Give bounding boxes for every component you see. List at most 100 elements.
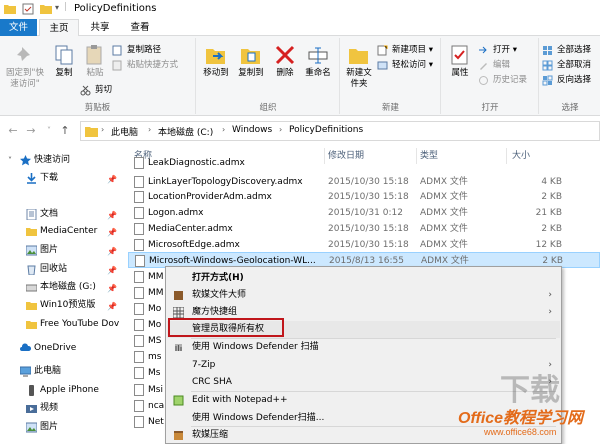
defender-icon	[175, 344, 182, 351]
organize-group-label: 组织	[259, 103, 277, 113]
nav-item-free-youtube[interactable]: Free YouTube Dov	[0, 316, 128, 333]
invert-selection-icon	[542, 75, 553, 86]
select-all-button[interactable]: 全部选择	[542, 43, 591, 57]
nav-item-drive-g[interactable]: 本地磁盘 (G:) 📌	[0, 279, 128, 296]
recycle-bin-icon	[27, 265, 36, 275]
delete-button[interactable]: 删除	[271, 44, 299, 79]
address-box[interactable]: › 此电脑 › 本地磁盘 (C:) › Windows › PolicyDefi…	[80, 121, 600, 141]
file-name: MM	[148, 272, 164, 282]
copy-to-button[interactable]: 复制到	[235, 44, 267, 79]
pin-icon[interactable]: 📌	[107, 298, 117, 315]
breadcrumb-policydefinitions[interactable]: PolicyDefinitions	[289, 125, 363, 135]
copy-button[interactable]: 复制	[50, 44, 78, 79]
file-date: 2015/10/30 15:18	[328, 192, 409, 202]
folder-icon	[4, 5, 16, 14]
nav-item-downloads[interactable]: 下载 📌	[0, 170, 128, 187]
file-name: Mo	[148, 304, 162, 314]
nav-item-onedrive[interactable]: OneDrive	[0, 340, 128, 357]
nav-item-win10-preview[interactable]: Win10预览版 📌	[0, 297, 128, 314]
file-type: ADMX 文件	[420, 224, 468, 234]
nav-item-recycle-bin[interactable]: 回收站 📌	[0, 261, 128, 278]
nav-item-apple-iphone[interactable]: Apple iPhone	[0, 382, 128, 399]
admx-file-icon	[134, 271, 144, 283]
nav-item-pictures[interactable]: 图片 📌	[0, 242, 128, 259]
invert-selection-button[interactable]: 反向选择	[542, 73, 591, 87]
history-button[interactable]: 历史记录	[478, 73, 527, 87]
new-folder-icon[interactable]	[40, 3, 52, 15]
file-name: LocationProviderAdm.admx	[148, 192, 272, 202]
move-to-button[interactable]: 移动到	[200, 44, 232, 79]
menu-item[interactable]: 软媒文件大师 ›	[167, 287, 560, 304]
nav-item-pictures-pc[interactable]: 图片	[0, 419, 128, 436]
paste-shortcut-button[interactable]: 粘贴快捷方式	[112, 58, 178, 72]
nav-item-mediacenter[interactable]: MediaCenter 📌	[0, 223, 128, 240]
breadcrumb-windows[interactable]: Windows	[232, 125, 272, 135]
admx-file-icon	[134, 384, 144, 396]
up-arrow-icon[interactable]: ↑	[58, 124, 72, 138]
easy-access-button[interactable]: 轻松访问 ▾	[377, 58, 433, 72]
menu-item[interactable]: 使用 Windows Defender 扫描	[167, 339, 560, 356]
table-row[interactable]: LocationProviderAdm.admx 2015/10/30 15:18…	[128, 189, 600, 205]
title-bar: ▾ | PolicyDefinitions	[0, 0, 600, 19]
menu-item-label: 7-Zip	[192, 360, 216, 370]
tab-view[interactable]: 查看	[122, 19, 158, 36]
breadcrumb-separator: ›	[279, 125, 283, 134]
pin-icon[interactable]: 📌	[107, 280, 117, 297]
new-group-label: 新建	[381, 103, 399, 113]
admx-file-icon	[135, 255, 145, 267]
new-folder-button[interactable]: 新建文件夹	[343, 44, 375, 90]
table-row[interactable]: LeakDiagnostic.admx	[128, 155, 600, 171]
nav-item-videos[interactable]: 视频	[0, 400, 128, 417]
file-date: 2015/10/31 0:12	[328, 208, 403, 218]
breadcrumb-local-disk[interactable]: 本地磁盘 (C:)	[158, 125, 213, 138]
pin-icon[interactable]: 📌	[107, 262, 117, 279]
edit-button[interactable]: 编辑	[478, 58, 510, 72]
chevron-right-icon: ›	[548, 307, 552, 317]
menu-item[interactable]: 打开方式(H)	[167, 270, 560, 287]
pin-icon[interactable]: 📌	[107, 207, 117, 224]
cut-button[interactable]: 剪切	[80, 83, 112, 97]
properties-button[interactable]: 属性	[446, 44, 474, 79]
table-row[interactable]: Logon.admx 2015/10/31 0:12 ADMX 文件 21 KB	[128, 205, 600, 221]
file-type: ADMX 文件	[420, 208, 468, 218]
recent-locations-icon[interactable]: ˅	[42, 124, 56, 138]
breadcrumb-separator: ›	[101, 125, 105, 134]
quick-access-dropdown-icon[interactable]: ▾	[55, 3, 59, 12]
forward-arrow-icon[interactable]: →	[24, 124, 38, 138]
back-arrow-icon[interactable]: ←	[6, 124, 20, 138]
open-button[interactable]: 打开 ▾	[478, 43, 517, 57]
chevron-down-icon[interactable]: ˅	[8, 152, 12, 169]
nav-item-this-pc[interactable]: 此电脑	[0, 363, 128, 380]
tab-home[interactable]: 主页	[39, 19, 79, 37]
pin-icon[interactable]: 📌	[107, 243, 117, 260]
title-separator: |	[64, 2, 68, 12]
table-row[interactable]: MediaCenter.admx 2015/10/30 15:18 ADMX 文件 2…	[128, 221, 600, 237]
copy-path-icon	[112, 45, 122, 56]
admx-file-icon	[134, 157, 144, 169]
admx-file-icon	[134, 239, 144, 251]
new-group: 新建文件夹 新建项目 ▾ 轻松访问 ▾ 新建	[341, 38, 441, 114]
nav-item-quick-access[interactable]: ˅ 快速访问	[0, 152, 128, 169]
file-name: nca	[148, 401, 165, 411]
folder-icon	[26, 228, 37, 236]
new-item-button[interactable]: 新建项目 ▾	[377, 43, 433, 57]
select-group-label: 选择	[561, 103, 579, 113]
easy-access-icon	[377, 61, 388, 70]
pin-quick-access-button[interactable]: 固定到"快速访问"	[2, 44, 48, 90]
nav-item-documents[interactable]: 文档 📌	[0, 206, 128, 223]
scissors-icon	[80, 85, 91, 96]
table-row[interactable]: MicrosoftEdge.admx 2015/10/30 15:18 ADMX 文…	[128, 237, 600, 253]
file-date: 2015/10/30 15:18	[328, 177, 409, 187]
select-all-icon	[543, 46, 552, 55]
pin-icon[interactable]: 📌	[107, 224, 117, 241]
properties-icon[interactable]	[22, 3, 34, 15]
tab-share[interactable]: 共享	[82, 19, 118, 36]
pin-icon[interactable]: 📌	[107, 171, 117, 188]
paste-button[interactable]: 粘贴	[80, 44, 110, 79]
select-none-button[interactable]: 全部取消	[542, 58, 591, 72]
copy-path-button[interactable]: 复制路径	[112, 43, 161, 57]
table-row[interactable]: LinkLayerTopologyDiscovery.admx 2015/10/3…	[128, 174, 600, 190]
breadcrumb-this-pc[interactable]: 此电脑	[111, 125, 138, 138]
rename-button[interactable]: 重命名	[302, 44, 334, 79]
tab-file[interactable]: 文件	[0, 19, 37, 36]
